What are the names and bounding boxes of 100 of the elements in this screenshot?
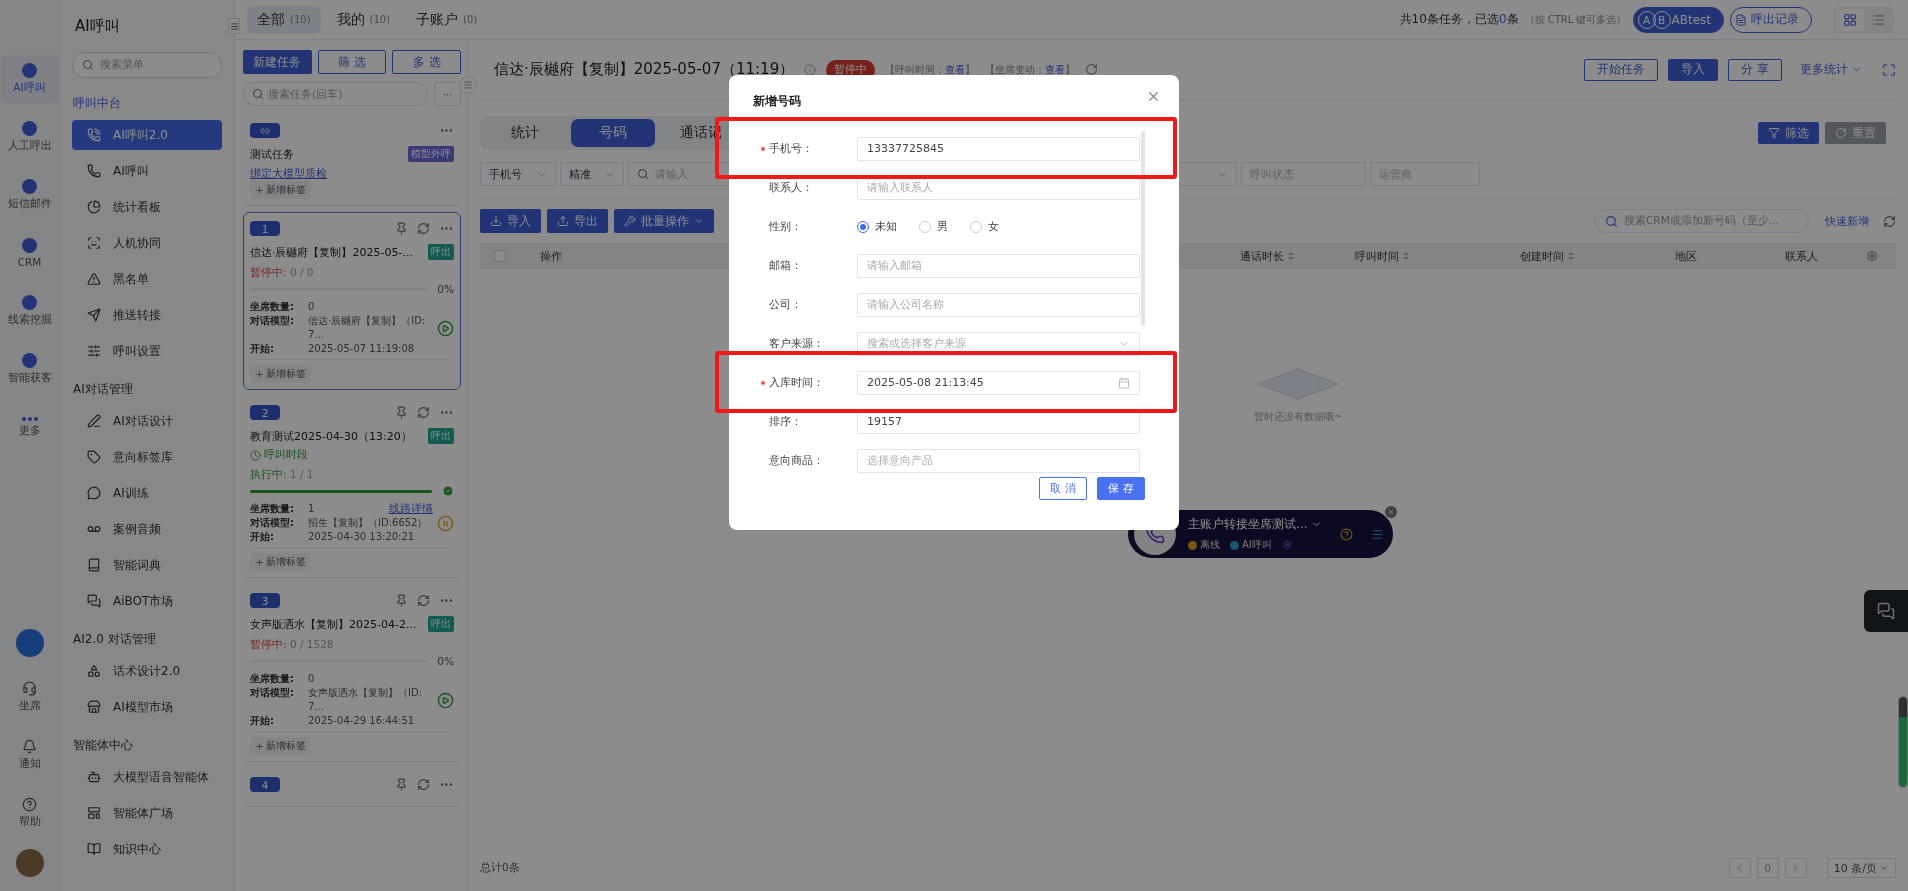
input-field[interactable]: 请输入邮箱: [857, 253, 1140, 278]
menu-item[interactable]: AI对话设计: [72, 406, 222, 436]
task-card[interactable]: 2 教育测试2025-04-30（13:20） 呼出 呼叫时段 执行中: 1 / 1 坐席数量: 1 线路详情 对话模型: 招生【复制】（ID:6652） 开始: 2025-04-30 13:20:21 新增标签: [243, 396, 461, 578]
menu-item[interactable]: AI呼叫2.0: [72, 120, 222, 150]
scrollbar[interactable]: [1141, 131, 1145, 326]
refresh-icon[interactable]: [417, 406, 430, 419]
pause-icon[interactable]: [437, 514, 454, 532]
button-label[interactable]: 呼出记录: [1751, 11, 1799, 28]
rail-item[interactable]: AI呼叫: [0, 55, 59, 103]
menu-item[interactable]: AI训练: [72, 478, 222, 508]
close-icon[interactable]: [1146, 89, 1161, 104]
menu-item[interactable]: 统计看板: [72, 192, 222, 222]
button-label[interactable]: ABtest: [1671, 12, 1711, 27]
input-field[interactable]: 请输入公司名称: [857, 292, 1140, 317]
bulk-button[interactable]: 导出: [547, 209, 608, 233]
task-toolbar-button[interactable]: 新建任务: [243, 50, 312, 74]
view-link[interactable]: 查看: [945, 63, 966, 75]
task-card[interactable]: 测试任务 模型外呼 绑定大模型质检 新增标签: [243, 114, 461, 206]
filter-button[interactable]: 筛选: [1758, 122, 1819, 144]
sort-icon[interactable]: [1288, 252, 1294, 260]
date-field[interactable]: 2025-05-08 21:13:45: [857, 370, 1140, 395]
sort-icon[interactable]: [1403, 252, 1409, 260]
detail-tab[interactable]: 号码: [571, 119, 655, 147]
detail-tab[interactable]: 统计: [483, 119, 567, 147]
menu-item[interactable]: 人机协同: [72, 228, 222, 258]
rail-item[interactable]: 人工呼出: [0, 113, 59, 161]
column-header[interactable]: 呼叫时间: [1345, 248, 1510, 264]
avatar[interactable]: [15, 849, 44, 877]
bulk-button[interactable]: 批量操作: [614, 209, 714, 233]
refresh-icon[interactable]: [417, 778, 430, 791]
menu-item[interactable]: 案例音频: [72, 514, 222, 544]
column-header[interactable]: 创建时间: [1510, 248, 1665, 264]
scope-tab[interactable]: 子账户 (0): [406, 5, 488, 34]
widget-title[interactable]: 主账户转接坐席测试...: [1188, 516, 1323, 533]
sort-icon[interactable]: [1568, 252, 1574, 260]
menu-item[interactable]: AI呼叫: [72, 156, 222, 186]
menu-icon[interactable]: [459, 76, 477, 94]
refresh-icon[interactable]: [1883, 214, 1896, 228]
collapse-icon[interactable]: [228, 18, 240, 34]
action-button[interactable]: 导入: [1668, 58, 1719, 81]
chat-icon[interactable]: [1864, 590, 1908, 632]
pin-icon[interactable]: [395, 222, 408, 235]
refresh-icon[interactable]: [1085, 63, 1099, 76]
pin-icon[interactable]: [395, 594, 408, 607]
menu-item[interactable]: 智能词典: [72, 550, 222, 580]
menu-item[interactable]: 意向标签库: [72, 442, 222, 472]
grid-view-icon[interactable]: [1836, 8, 1864, 31]
menu-item[interactable]: 话术设计2.0: [72, 656, 222, 686]
cancel-button[interactable]: 取 消: [1039, 477, 1087, 500]
menu-item[interactable]: 智能体广场: [72, 798, 222, 828]
pin-icon[interactable]: [395, 406, 408, 419]
play-icon[interactable]: [437, 319, 454, 337]
view-link[interactable]: 查看: [1045, 63, 1066, 75]
input-field[interactable]: 13337725845: [857, 136, 1140, 161]
rail-item[interactable]: 坐席: [0, 673, 59, 721]
input-field[interactable]: 选择意向产品: [857, 448, 1140, 473]
menu-item[interactable]: AI模型市场: [72, 692, 222, 722]
scope-tab[interactable]: 全部 (10): [247, 5, 321, 34]
select-field[interactable]: 手机号: [480, 162, 556, 186]
call-records-button[interactable]: 呼出记录: [1730, 6, 1812, 33]
radio-label[interactable]: 男: [937, 219, 948, 234]
radio-label[interactable]: 未知: [875, 219, 897, 234]
refresh-icon[interactable]: [417, 222, 430, 235]
refresh-icon[interactable]: [417, 594, 430, 607]
menu-item[interactable]: 推送转接: [72, 300, 222, 330]
task-link[interactable]: 绑定大模型质检: [250, 167, 327, 180]
rail-item[interactable]: CRM: [0, 229, 59, 277]
fullscreen-icon[interactable]: [1882, 62, 1896, 77]
task-toolbar-button[interactable]: 筛 选: [317, 50, 387, 74]
more-button[interactable]: ···: [434, 82, 461, 106]
settings-icon[interactable]: [1866, 250, 1878, 262]
play-icon[interactable]: [437, 691, 454, 709]
add-tag-button[interactable]: 新增标签: [250, 553, 311, 571]
line-details-link[interactable]: 线路详情: [389, 502, 433, 516]
menu-item[interactable]: AiBOT市场: [72, 586, 222, 616]
checkbox[interactable]: [494, 250, 506, 262]
radio-label[interactable]: 女: [988, 219, 999, 234]
menu-item[interactable]: 大模型语音智能体: [72, 762, 222, 792]
menu-item[interactable]: 呼叫设置: [72, 336, 222, 366]
info-icon[interactable]: [804, 63, 817, 76]
action-button[interactable]: 开始任务: [1584, 58, 1659, 81]
task-toolbar-button[interactable]: 多 选: [392, 50, 461, 74]
select-field[interactable]: 搜索或选择客户来源: [857, 331, 1140, 356]
column-header[interactable]: 通话时长: [1230, 248, 1345, 264]
add-tag-button[interactable]: 新增标签: [250, 181, 311, 199]
pin-icon[interactable]: [395, 778, 408, 791]
rail-item[interactable]: 更多: [0, 403, 59, 451]
more-stats-dropdown[interactable]: 更多统计: [1800, 61, 1862, 78]
add-tag-button[interactable]: 新增标签: [250, 365, 311, 383]
scope-tab[interactable]: 我的 (10): [326, 5, 401, 34]
action-button[interactable]: 分 享: [1728, 58, 1782, 81]
bulk-button[interactable]: 导入: [480, 209, 541, 233]
menu-icon[interactable]: [1371, 527, 1385, 541]
task-card[interactable]: 4: [243, 768, 461, 807]
quick-add-link[interactable]: 快速新增: [1825, 213, 1869, 229]
rail-item[interactable]: 短信邮件: [0, 171, 59, 219]
help-icon[interactable]: [1340, 527, 1354, 541]
menu-item[interactable]: 黑名单: [72, 264, 222, 294]
select-field[interactable]: 精准: [560, 162, 624, 186]
page-size-select[interactable]: 10 条/页: [1826, 858, 1896, 878]
